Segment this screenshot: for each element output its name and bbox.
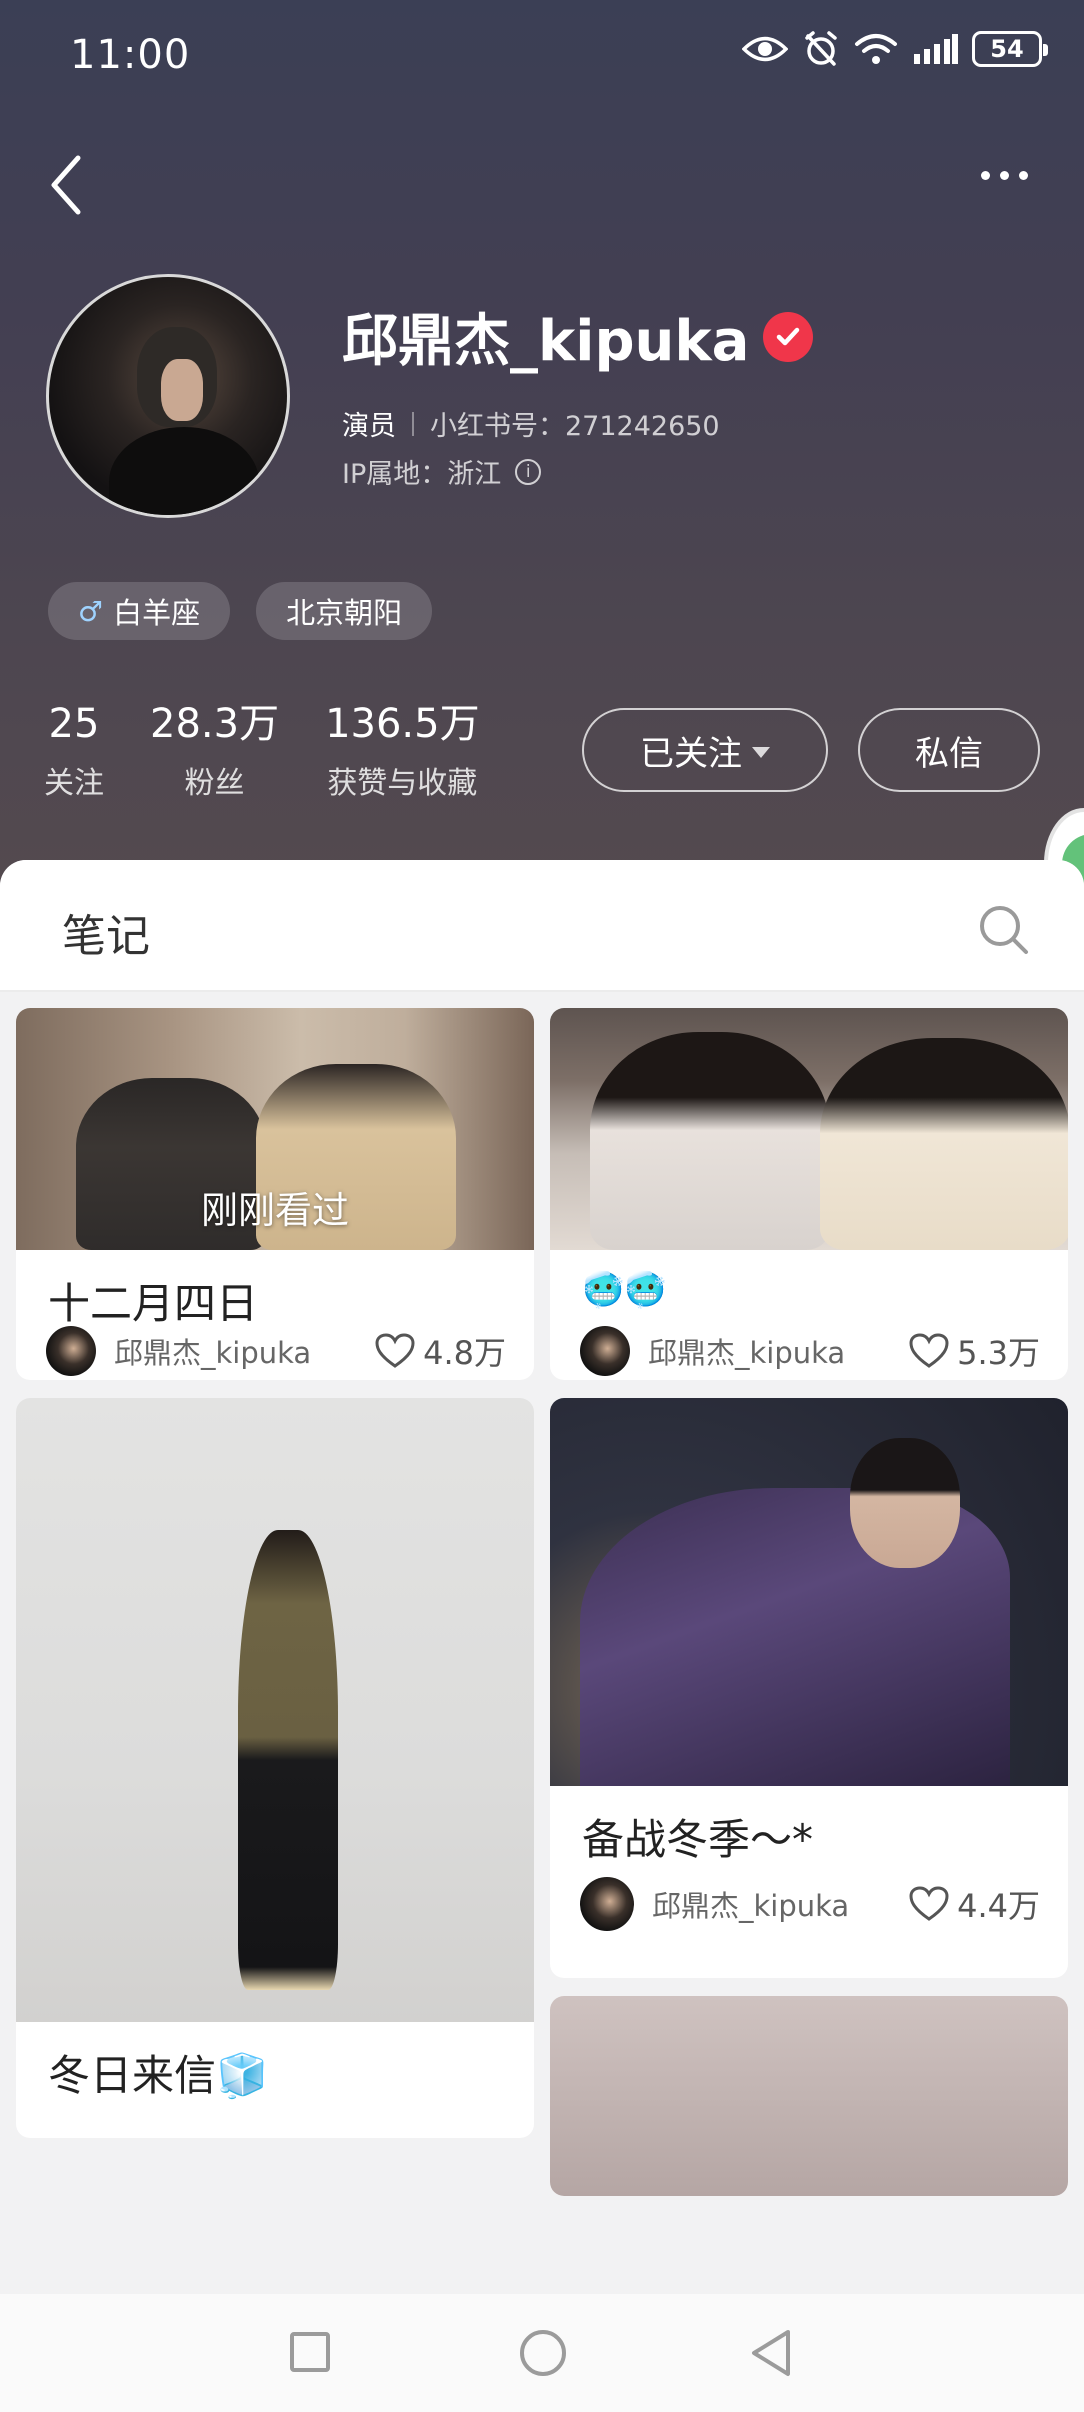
message-button[interactable]: 私信	[858, 708, 1040, 792]
note-title: 🥶🥶	[582, 1270, 667, 1310]
note-footer: 邱鼎杰_kipuka 5.3万	[580, 1326, 1040, 1376]
stat-following[interactable]: 25 关注	[44, 700, 104, 802]
tab-notes[interactable]: 笔记	[62, 900, 150, 964]
note-cover-image	[550, 1008, 1068, 1250]
status-icons: 54	[742, 30, 1048, 68]
recently-viewed-label: 刚刚看过	[201, 1189, 349, 1232]
verified-icon	[763, 311, 814, 362]
note-card[interactable]: 刚刚看过 十二月四日 邱鼎杰_kipuka 4.8万	[16, 1008, 534, 1380]
male-icon: ♂	[78, 594, 104, 628]
avatar[interactable]	[46, 274, 290, 518]
meta-row: 演员 小红书号：271242650	[342, 404, 720, 443]
home-button[interactable]	[520, 2330, 566, 2376]
stat-label: 获赞与收藏	[327, 766, 478, 801]
like-button[interactable]: 4.4万	[909, 1881, 1040, 1927]
profile-role: 演员	[342, 411, 396, 442]
author-avatar[interactable]	[580, 1877, 634, 1931]
stat-followers[interactable]: 28.3万 粉丝	[150, 700, 279, 802]
chevron-left-icon	[51, 155, 81, 215]
author-avatar[interactable]	[580, 1326, 630, 1376]
content-panel: 笔记 刚刚看过 十二月四日 邱鼎杰_kipuka 4.8万 🥶🥶 邱鼎杰_kip…	[0, 860, 1084, 2412]
eye-icon	[742, 36, 788, 62]
note-title: 冬日来信🧊	[48, 2051, 269, 2100]
tag-location: 北京朝阳	[256, 582, 433, 640]
note-cover-image: 刚刚看过	[16, 1008, 534, 1250]
profile-name: 邱鼎杰_kipuka	[342, 309, 750, 374]
stat-likes-collects[interactable]: 136.5万 获赞与收藏	[325, 700, 480, 802]
like-count: 5.3万	[957, 1334, 1040, 1372]
recent-apps-button[interactable]	[290, 2332, 330, 2372]
note-footer: 邱鼎杰_kipuka 4.4万	[580, 1876, 1040, 1932]
more-options-button[interactable]	[964, 150, 1044, 200]
like-button[interactable]: 5.3万	[909, 1328, 1040, 1374]
tab-bar: 笔记	[0, 860, 1084, 992]
status-time: 11:00	[70, 32, 191, 78]
note-cover-image	[550, 1996, 1068, 2196]
tag-label: 白羊座	[113, 596, 201, 630]
alarm-off-icon	[805, 31, 837, 66]
note-cover-image	[550, 1398, 1068, 1786]
stat-value: 136.5万	[325, 701, 480, 747]
author-name[interactable]: 邱鼎杰_kipuka	[648, 1330, 909, 1372]
following-label: 已关注	[640, 733, 742, 774]
tag-zodiac: ♂ 白羊座	[48, 582, 231, 640]
redbook-id[interactable]: 小红书号：271242650	[430, 404, 720, 443]
profile-tags: ♂ 白羊座 北京朝阳	[48, 582, 433, 640]
like-button[interactable]: 4.8万	[375, 1328, 506, 1374]
status-bar: 11:00 54	[0, 0, 1084, 110]
ip-row: IP属地：浙江 i	[342, 452, 542, 491]
name-row: 邱鼎杰_kipuka	[342, 296, 814, 377]
info-icon[interactable]: i	[515, 458, 542, 485]
search-icon	[980, 906, 1028, 954]
like-count: 4.4万	[957, 1887, 1040, 1925]
stat-label: 粉丝	[184, 766, 245, 801]
note-footer: 邱鼎杰_kipuka 4.8万	[46, 1326, 506, 1376]
note-card[interactable]: 冬日来信🧊	[16, 1398, 534, 2138]
note-title: 备战冬季～*	[582, 1815, 814, 1864]
following-button[interactable]: 已关注	[582, 708, 828, 792]
heart-icon	[375, 1333, 415, 1368]
note-cover-image	[16, 1398, 534, 2022]
message-label: 私信	[915, 733, 983, 774]
note-card[interactable]: 🥶🥶 邱鼎杰_kipuka 5.3万	[550, 1008, 1068, 1380]
caret-down-icon	[752, 746, 770, 758]
stat-label: 关注	[44, 766, 104, 801]
author-avatar[interactable]	[46, 1326, 96, 1376]
system-nav-bar	[0, 2294, 1084, 2412]
back-button[interactable]	[40, 150, 100, 220]
heart-icon	[909, 1333, 949, 1368]
system-back-button[interactable]	[748, 2328, 796, 2378]
ip-location: IP属地：浙江	[342, 459, 502, 490]
note-title: 十二月四日	[48, 1279, 259, 1328]
battery-icon: 54	[972, 31, 1048, 67]
profile-header: 11:00 54 邱鼎杰_kipuka 演员 小红书号：271242650 IP…	[0, 0, 1084, 918]
tag-label: 北京朝阳	[286, 596, 403, 630]
note-card[interactable]	[550, 1996, 1068, 2196]
signal-icon	[914, 34, 958, 64]
divider	[412, 411, 414, 436]
wifi-icon	[855, 34, 897, 64]
note-card[interactable]: 备战冬季～* 邱鼎杰_kipuka 4.4万	[550, 1398, 1068, 1978]
stat-value: 25	[48, 701, 100, 747]
author-name[interactable]: 邱鼎杰_kipuka	[652, 1883, 909, 1925]
search-button[interactable]	[976, 902, 1032, 958]
stat-value: 28.3万	[150, 701, 280, 747]
back-triangle-icon	[752, 2330, 790, 2376]
author-name[interactable]: 邱鼎杰_kipuka	[114, 1330, 375, 1372]
heart-icon	[909, 1886, 949, 1921]
more-dots-icon	[980, 170, 990, 180]
like-count: 4.8万	[423, 1334, 506, 1372]
profile-stats: 25 关注 28.3万 粉丝 136.5万 获赞与收藏	[44, 700, 480, 802]
